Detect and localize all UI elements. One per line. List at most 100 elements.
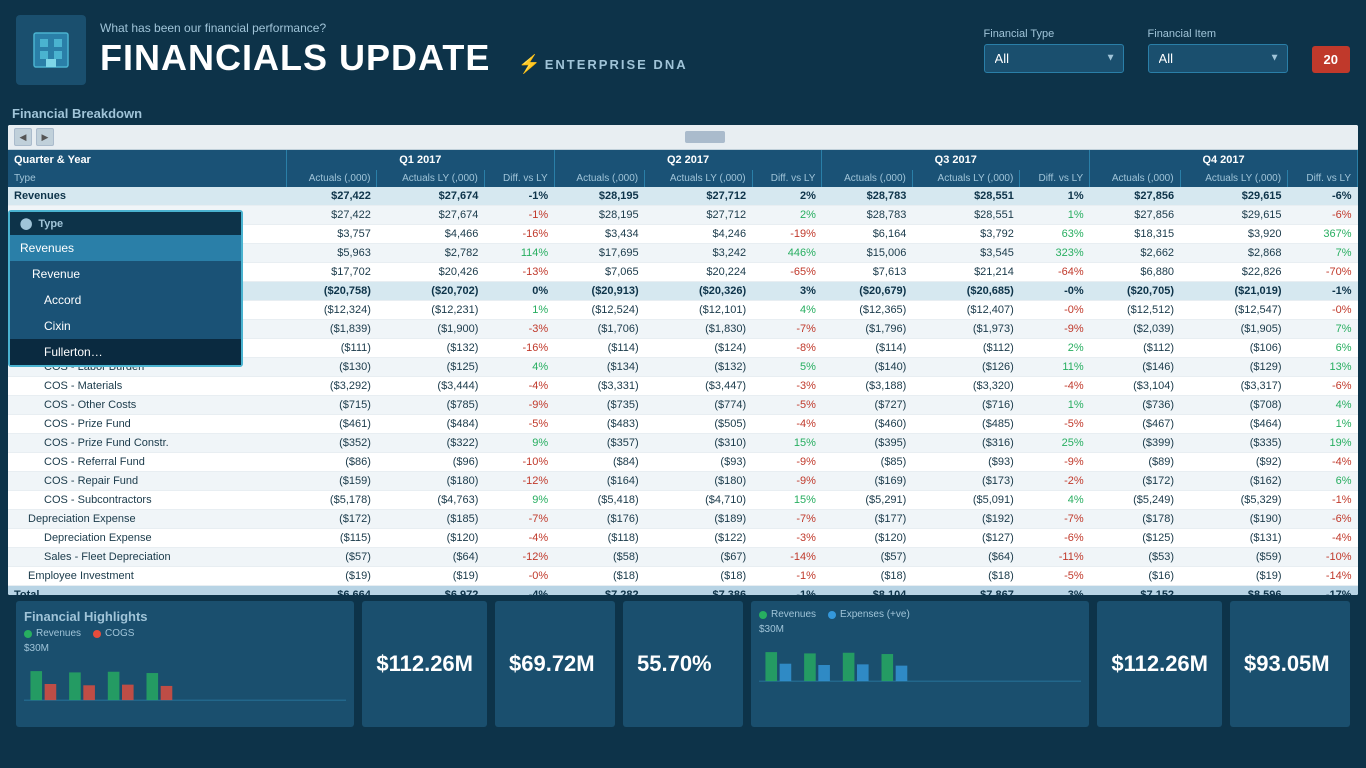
bottom-section: Financial Highlights Revenues COGS $30M: [8, 595, 1358, 733]
legend2-revenues-label: Revenues: [771, 609, 816, 620]
row-cell: $27,674: [377, 187, 484, 206]
table-row[interactable]: Depreciation Expense($172)($185)-7%($176…: [8, 510, 1358, 529]
row-cell: ($20,758): [286, 282, 376, 301]
row-cell: -10%: [1288, 548, 1358, 567]
row-cell: ($1,706): [554, 320, 644, 339]
row-cell: ($12,101): [645, 301, 752, 320]
row-cell: ($64): [377, 548, 484, 567]
row-cell: ($162): [1180, 472, 1287, 491]
row-cell: 9%: [484, 434, 554, 453]
col-q3-actuals-ly: Actuals LY (,000): [912, 170, 1019, 187]
row-cell: 19%: [1288, 434, 1358, 453]
row-cell: $6,664: [286, 586, 376, 596]
scroll-handle[interactable]: [685, 131, 725, 143]
dropdown-header-icon: ⬤: [20, 217, 32, 230]
row-cell: ($3,188): [822, 377, 912, 396]
table-row[interactable]: Revenues$27,422$27,674-1%$28,195$27,7122…: [8, 187, 1358, 206]
table-scroll-area[interactable]: ⬤ Type Revenues Revenue Accord Cixin Ful…: [8, 150, 1358, 595]
table-row[interactable]: Employee Investment($19)($19)-0%($18)($1…: [8, 567, 1358, 586]
row-cell: $3,792: [912, 225, 1019, 244]
row-cell: $22,826: [1180, 263, 1287, 282]
table-row[interactable]: COS - Materials($3,292)($3,444)-4%($3,33…: [8, 377, 1358, 396]
row-cell: -4%: [484, 377, 554, 396]
row-cell: $27,712: [645, 187, 752, 206]
row-cell: ($134): [554, 358, 644, 377]
table-row[interactable]: Total$6,664$6,972-4%$7,282$7,386-1%$8,10…: [8, 586, 1358, 596]
row-cell: ($3,317): [1180, 377, 1287, 396]
table-row[interactable]: COS - Repair Fund($159)($180)-12%($164)(…: [8, 472, 1358, 491]
row-cell: $7,867: [912, 586, 1019, 596]
row-cell: ($114): [822, 339, 912, 358]
financial-item-select-wrapper[interactable]: All: [1148, 44, 1288, 73]
row-cell: -6%: [1288, 377, 1358, 396]
table-row[interactable]: Sales - Fleet Depreciation($57)($64)-12%…: [8, 548, 1358, 567]
financial-item-select[interactable]: All: [1148, 44, 1288, 73]
row-cell: $27,422: [286, 206, 376, 225]
row-cell: ($172): [1090, 472, 1180, 491]
row-cell: ($5,249): [1090, 491, 1180, 510]
row-cell: 4%: [484, 358, 554, 377]
row-cell: 11%: [1020, 358, 1090, 377]
row-cell: $27,712: [645, 206, 752, 225]
row-cell: $17,702: [286, 263, 376, 282]
scroll-right-btn[interactable]: ▶: [36, 128, 54, 146]
dropdown-item-revenue[interactable]: Revenue: [10, 261, 241, 287]
table-row[interactable]: COS - Prize Fund($461)($484)-5%($483)($5…: [8, 415, 1358, 434]
row-cell: 15%: [752, 491, 822, 510]
row-cell: $29,615: [1180, 206, 1287, 225]
row-cell: ($785): [377, 396, 484, 415]
row-cell: -1%: [1288, 282, 1358, 301]
row-cell: ($1,900): [377, 320, 484, 339]
row-cell: $20,224: [645, 263, 752, 282]
row-cell: -5%: [484, 415, 554, 434]
financial-type-select-wrapper[interactable]: All: [984, 44, 1124, 73]
dropdown-item-revenues[interactable]: Revenues: [10, 235, 241, 261]
row-cell: ($395): [822, 434, 912, 453]
financial-item-filter: Financial Item All: [1148, 28, 1288, 73]
row-cell: ($727): [822, 396, 912, 415]
row-cell: -14%: [752, 548, 822, 567]
table-row[interactable]: COS - Referral Fund($86)($96)-10%($84)($…: [8, 453, 1358, 472]
row-cell: 1%: [484, 301, 554, 320]
chart1-ylabel: $30M: [24, 643, 346, 654]
row-cell: -14%: [1288, 567, 1358, 586]
row-cell: 2%: [1020, 339, 1090, 358]
dropdown-item-accord[interactable]: Accord: [10, 287, 241, 313]
dropdown-header-label: Type: [38, 218, 63, 230]
dropdown-item-cixin[interactable]: Cixin: [10, 313, 241, 339]
table-row[interactable]: COS - Other Costs($715)($785)-9%($735)($…: [8, 396, 1358, 415]
row-cell: -10%: [484, 453, 554, 472]
row-cell: -19%: [752, 225, 822, 244]
row-cell: ($399): [1090, 434, 1180, 453]
row-cell: ($3,320): [912, 377, 1019, 396]
row-cell: ($125): [377, 358, 484, 377]
row-cell: ($189): [645, 510, 752, 529]
row-cell: -1%: [752, 586, 822, 596]
row-cell: $28,551: [912, 187, 1019, 206]
row-cell: ($461): [286, 415, 376, 434]
row-cell: ($177): [822, 510, 912, 529]
table-row[interactable]: COS - Subcontractors($5,178)($4,763)9%($…: [8, 491, 1358, 510]
row-cell: ($12,524): [554, 301, 644, 320]
row-cell: ($132): [377, 339, 484, 358]
row-cell: ($67): [645, 548, 752, 567]
row-cell: $27,422: [286, 187, 376, 206]
dropdown-item-fullerton[interactable]: Fullerton…: [10, 339, 241, 365]
row-cell: 3%: [1020, 586, 1090, 596]
row-cell: 4%: [752, 301, 822, 320]
row-label: COS - Materials: [8, 377, 286, 396]
row-cell: $7,152: [1090, 586, 1180, 596]
row-cell: ($57): [822, 548, 912, 567]
scroll-left-btn[interactable]: ◀: [14, 128, 32, 146]
row-cell: -1%: [484, 187, 554, 206]
type-dropdown[interactable]: ⬤ Type Revenues Revenue Accord Cixin Ful…: [8, 210, 243, 367]
brand-icon: ⚡: [518, 54, 540, 75]
legend-revenues-dot: [24, 630, 32, 638]
row-cell: -9%: [752, 453, 822, 472]
table-row[interactable]: Depreciation Expense($115)($120)-4%($118…: [8, 529, 1358, 548]
row-cell: ($1,973): [912, 320, 1019, 339]
row-cell: -1%: [752, 567, 822, 586]
table-row[interactable]: COS - Prize Fund Constr.($352)($322)9%($…: [8, 434, 1358, 453]
row-cell: ($129): [1180, 358, 1287, 377]
financial-type-select[interactable]: All: [984, 44, 1124, 73]
